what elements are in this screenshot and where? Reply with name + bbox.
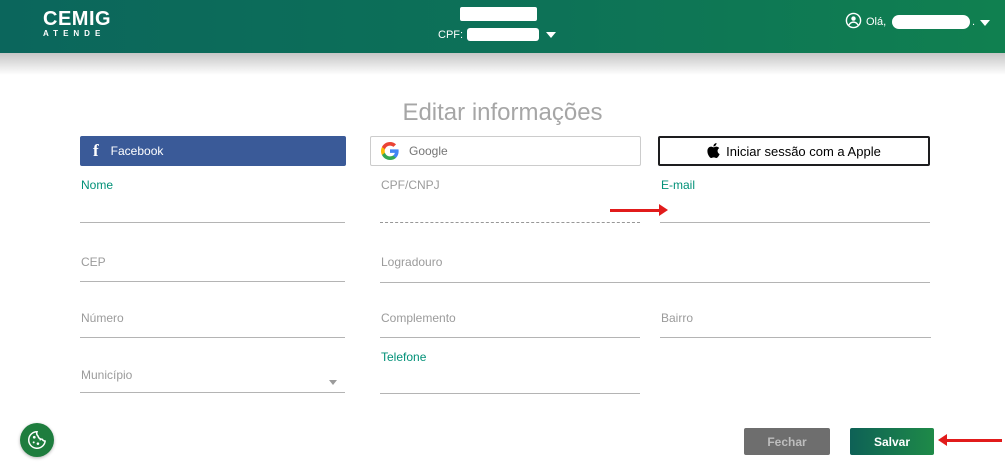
caret-down-icon: [980, 20, 990, 26]
google-icon: [381, 142, 399, 160]
apple-icon: [707, 143, 720, 158]
complemento-input[interactable]: [380, 316, 640, 338]
header-shadow-strip: [0, 53, 1005, 75]
email-input[interactable]: [660, 201, 930, 223]
cookie-icon: [26, 429, 48, 451]
page-title: Editar informações: [0, 99, 1005, 127]
apple-login-button[interactable]: Iniciar sessão com a Apple: [658, 136, 930, 166]
field-telefone: Telefone: [380, 350, 640, 394]
person-icon: [845, 12, 862, 29]
telefone-label: Telefone: [381, 350, 426, 364]
field-email: E-mail: [660, 178, 930, 223]
app-header: CEMIG ATENDE CPF: Olá, .: [0, 0, 1005, 53]
field-bairro: Bairro: [660, 311, 931, 338]
nome-input[interactable]: [80, 201, 345, 223]
field-cpf-cnpj: CPF/CNPJ: [380, 178, 640, 223]
logradouro-input[interactable]: [380, 261, 930, 283]
cpf-label: CPF:: [438, 29, 463, 41]
close-button[interactable]: Fechar: [744, 428, 830, 455]
facebook-login-button[interactable]: f Facebook: [80, 136, 346, 166]
annotation-arrow-email-line: [610, 209, 660, 212]
field-logradouro: Logradouro: [380, 255, 930, 283]
cemig-atende-portal: CEMIG ATENDE CPF: Olá, . Editar informaç…: [0, 0, 1005, 469]
redacted-cpf-number: [467, 28, 539, 41]
caret-down-icon: [546, 32, 556, 38]
field-nome: Nome: [80, 178, 345, 223]
email-label: E-mail: [661, 178, 695, 192]
logo-text-atende: ATENDE: [43, 29, 111, 38]
caret-down-icon: [329, 380, 337, 385]
redacted-installation-name: [460, 7, 537, 21]
field-numero: Número: [80, 311, 345, 338]
greeting-suffix: .: [972, 16, 975, 28]
greeting-label: Olá,: [866, 16, 886, 28]
google-button-label: Google: [409, 144, 448, 158]
cookie-consent-button[interactable]: [20, 423, 54, 457]
field-municipio: Município: [80, 368, 345, 393]
field-cep: CEP: [80, 255, 345, 282]
installation-selector-dropdown[interactable]: CPF:: [430, 4, 590, 48]
apple-button-label: Iniciar sessão com a Apple: [726, 144, 881, 159]
numero-input[interactable]: [80, 316, 345, 338]
google-login-button[interactable]: Google: [370, 136, 641, 166]
cemig-logo[interactable]: CEMIG ATENDE: [43, 9, 111, 38]
redacted-user-name: [892, 15, 970, 29]
user-menu-dropdown[interactable]: Olá, .: [845, 10, 997, 36]
cpf-cnpj-input: [380, 201, 640, 223]
nome-label: Nome: [81, 178, 113, 192]
save-button[interactable]: Salvar: [850, 428, 934, 455]
annotation-arrow-save-icon: [938, 434, 947, 446]
municipio-select[interactable]: [80, 371, 345, 393]
facebook-icon: f: [93, 141, 99, 161]
telefone-input[interactable]: [380, 372, 640, 394]
annotation-arrow-email-icon: [659, 204, 668, 216]
annotation-arrow-save-line: [947, 439, 1002, 442]
facebook-button-label: Facebook: [111, 144, 164, 158]
cep-input[interactable]: [80, 260, 345, 282]
cpf-cnpj-label: CPF/CNPJ: [381, 178, 440, 192]
logo-text-cemig: CEMIG: [43, 9, 111, 29]
field-complemento: Complemento: [380, 311, 640, 338]
bairro-input[interactable]: [660, 316, 931, 338]
